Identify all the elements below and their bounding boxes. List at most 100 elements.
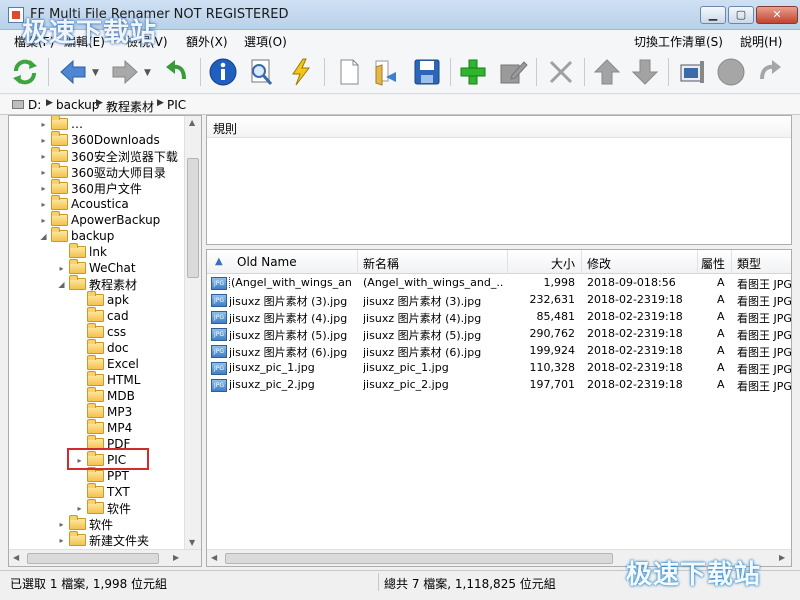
tree-item[interactable]: ▸ 360安全浏览器下载 bbox=[39, 147, 178, 164]
column-type[interactable]: 類型 bbox=[737, 255, 761, 272]
breadcrumb-drive[interactable]: D: bbox=[28, 98, 41, 112]
tree-vertical-scrollbar[interactable]: ▲ ▼ bbox=[184, 116, 201, 550]
config-icon[interactable] bbox=[676, 55, 710, 89]
tree-item[interactable]: MDB bbox=[75, 387, 135, 404]
lightning-icon[interactable] bbox=[284, 55, 318, 89]
old-name-cell: jisuxz 图片素材 (3).jpg bbox=[229, 295, 348, 308]
forward-icon[interactable] bbox=[108, 55, 142, 89]
tree-item[interactable]: doc bbox=[75, 339, 129, 356]
column-old-name[interactable]: Old Name bbox=[237, 255, 297, 269]
scroll-right-icon[interactable]: ▶ bbox=[779, 553, 785, 562]
zoom-icon[interactable] bbox=[244, 55, 278, 89]
folder-icon bbox=[51, 227, 68, 242]
tree-item[interactable]: ▸ 新建文件夹 bbox=[57, 531, 149, 548]
tree-item[interactable]: ▸ WeChat bbox=[57, 259, 136, 276]
tree-item[interactable]: ▸ 360用户文件 bbox=[39, 179, 142, 196]
folder-icon bbox=[69, 275, 86, 290]
tree-item[interactable]: cad bbox=[75, 307, 129, 324]
edit-icon[interactable] bbox=[496, 55, 530, 89]
tree-item[interactable]: apk bbox=[75, 291, 129, 308]
jpg-file-icon: JPG bbox=[211, 277, 227, 290]
breadcrumb-item-pic[interactable]: PIC bbox=[167, 98, 186, 112]
column-modified[interactable]: 修改 bbox=[587, 255, 611, 272]
size-cell: 290,762 bbox=[529, 327, 576, 340]
folder-icon bbox=[87, 307, 104, 322]
new-name-cell: jisuxz_pic_1.jpg bbox=[363, 361, 449, 374]
refresh-icon[interactable] bbox=[8, 55, 42, 89]
tree-item[interactable]: ▸ ApowerBackup bbox=[39, 211, 160, 228]
new-name-cell: (Angel_with_wings_and_.... bbox=[363, 276, 503, 289]
table-row[interactable]: JPG jisuxz_pic_2.jpg jisuxz_pic_2.jpg 19… bbox=[207, 377, 791, 394]
save-icon[interactable] bbox=[410, 55, 444, 89]
tree-item[interactable]: MP4 bbox=[75, 419, 132, 436]
date-cell: 2018-02-23 bbox=[587, 310, 651, 323]
time-cell: 19:18 bbox=[651, 361, 683, 374]
add-icon[interactable] bbox=[456, 55, 490, 89]
tree-item[interactable]: PPT bbox=[75, 467, 129, 484]
close-button[interactable]: ✕ bbox=[756, 6, 798, 24]
new-file-icon[interactable] bbox=[332, 55, 366, 89]
table-row[interactable]: JPG jisuxz 图片素材 (5).jpg jisuxz 图片素材 (5).… bbox=[207, 326, 791, 343]
move-up-icon[interactable] bbox=[590, 55, 624, 89]
tree-item[interactable]: ▸ 软件 bbox=[75, 499, 131, 516]
tree-item[interactable]: Excel bbox=[75, 355, 139, 372]
tree-item[interactable]: ▸ 360Downloads bbox=[39, 131, 160, 148]
drive-icon bbox=[12, 100, 24, 109]
scroll-right-icon[interactable]: ▶ bbox=[173, 553, 179, 562]
scroll-left-icon[interactable]: ◀ bbox=[211, 553, 217, 562]
tree-horizontal-scrollbar[interactable]: ◀ ▶ bbox=[9, 549, 201, 566]
move-down-icon[interactable] bbox=[628, 55, 662, 89]
tree-item[interactable]: ▸… bbox=[39, 116, 83, 132]
scroll-up-icon[interactable]: ▲ bbox=[189, 118, 195, 127]
table-row[interactable]: JPG jisuxz 图片素材 (3).jpg jisuxz 图片素材 (3).… bbox=[207, 292, 791, 309]
scroll-left-icon[interactable]: ◀ bbox=[13, 553, 19, 562]
tree-item[interactable]: css bbox=[75, 323, 126, 340]
back-dropdown-icon[interactable]: ▼ bbox=[92, 68, 99, 78]
size-cell: 110,328 bbox=[529, 361, 576, 374]
folder-icon bbox=[69, 259, 86, 274]
tree-item[interactable]: MP3 bbox=[75, 403, 132, 420]
tree-item[interactable]: lnk bbox=[57, 243, 107, 260]
forward-dropdown-icon[interactable]: ▼ bbox=[144, 68, 151, 78]
column-attr[interactable]: 屬性 bbox=[701, 255, 725, 272]
tree-item[interactable]: ▸ 360驱动大师目录 bbox=[39, 163, 166, 180]
jpg-file-icon: JPG bbox=[211, 311, 227, 324]
file-list-horizontal-scroll-thumb[interactable] bbox=[225, 553, 613, 564]
undo-icon[interactable] bbox=[160, 55, 194, 89]
column-new-name[interactable]: 新名稱 bbox=[363, 255, 399, 272]
circle-icon[interactable] bbox=[714, 55, 748, 89]
table-row[interactable]: JPG jisuxz 图片素材 (4).jpg jisuxz 图片素材 (4).… bbox=[207, 309, 791, 326]
delete-icon[interactable] bbox=[544, 55, 578, 89]
tree-item[interactable]: ▸ 软件 bbox=[57, 515, 113, 532]
redo-icon[interactable] bbox=[752, 55, 786, 89]
tree-item[interactable]: TXT bbox=[75, 483, 130, 500]
folder-icon bbox=[87, 291, 104, 306]
tree-vertical-scroll-thumb[interactable] bbox=[187, 158, 199, 278]
maximize-button[interactable]: ▢ bbox=[728, 6, 754, 24]
jpg-file-icon: JPG bbox=[211, 328, 227, 341]
column-size[interactable]: 大小 bbox=[551, 255, 575, 272]
tree-item[interactable]: ▸ Acoustica bbox=[39, 195, 129, 212]
table-row[interactable]: JPG (Angel_with_wings_an.... (Angel_with… bbox=[207, 275, 791, 292]
breadcrumb-item-materials[interactable]: 教程素材 bbox=[106, 98, 154, 115]
menu-help[interactable]: 說明(H) bbox=[740, 33, 782, 50]
tree-item[interactable]: HTML bbox=[75, 371, 140, 388]
menu-extra[interactable]: 額外(X) bbox=[186, 33, 228, 50]
table-row[interactable]: JPG jisuxz_pic_1.jpg jisuxz_pic_1.jpg 11… bbox=[207, 360, 791, 377]
info-icon[interactable] bbox=[206, 55, 240, 89]
new-name-cell: jisuxz 图片素材 (3).jpg bbox=[363, 295, 482, 308]
tree-horizontal-scroll-thumb[interactable] bbox=[27, 553, 159, 564]
folder-icon bbox=[51, 179, 68, 194]
back-icon[interactable] bbox=[56, 55, 90, 89]
breadcrumb-item-backup[interactable]: backup bbox=[56, 98, 99, 112]
minimize-button[interactable]: ▁ bbox=[700, 6, 726, 24]
menu-switch-work-list[interactable]: 切換工作清單(S) bbox=[634, 33, 723, 50]
type-cell: 看图王 JPG bbox=[737, 312, 791, 325]
menu-options[interactable]: 選項(O) bbox=[244, 33, 287, 50]
open-folder-icon[interactable] bbox=[370, 55, 404, 89]
scroll-down-icon[interactable]: ▼ bbox=[189, 538, 195, 547]
tree-item[interactable]: ◢ backup bbox=[39, 227, 114, 244]
table-row[interactable]: JPG jisuxz 图片素材 (6).jpg jisuxz 图片素材 (6).… bbox=[207, 343, 791, 360]
tree-item[interactable]: ◢ 教程素材 bbox=[57, 275, 137, 292]
attr-cell: A bbox=[717, 293, 725, 306]
